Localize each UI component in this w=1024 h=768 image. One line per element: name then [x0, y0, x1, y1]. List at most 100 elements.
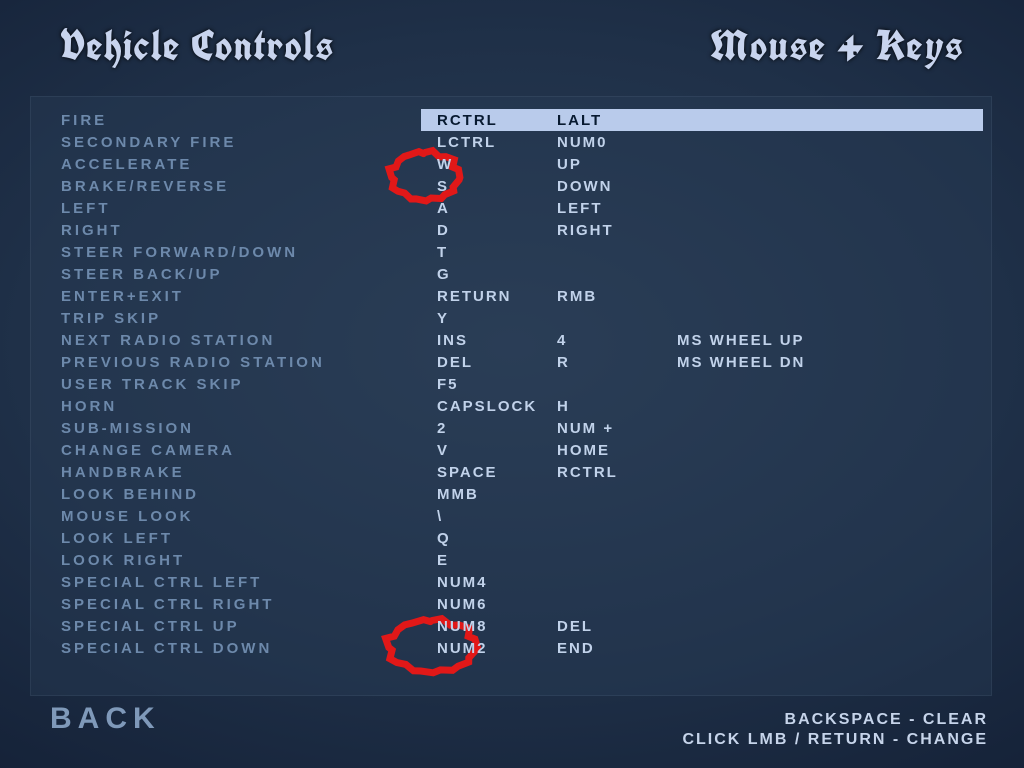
binding-label: PREVIOUS RADIO STATION: [61, 354, 325, 371]
binding-key-primary[interactable]: NUM2: [431, 640, 494, 657]
binding-key-secondary[interactable]: H: [551, 398, 576, 415]
binding-key-primary[interactable]: RETURN: [431, 288, 518, 305]
binding-label: ENTER+EXIT: [61, 288, 184, 305]
binding-row[interactable]: CHANGE CAMERA V HOME: [31, 439, 991, 461]
binding-key-secondary[interactable]: END: [551, 640, 601, 657]
binding-label: STEER FORWARD/DOWN: [61, 244, 298, 261]
binding-key-primary[interactable]: LCTRL: [431, 134, 502, 151]
binding-key-secondary[interactable]: RMB: [551, 288, 603, 305]
binding-row[interactable]: ACCELERATEWUP: [31, 153, 991, 175]
binding-label: SPECIAL CTRL RIGHT: [61, 596, 274, 613]
binding-row[interactable]: ENTER+EXIT RETURN RMB: [31, 285, 991, 307]
binding-label: LOOK LEFT: [61, 530, 173, 547]
binding-key-secondary[interactable]: NUM +: [551, 420, 620, 437]
binding-label: RIGHT: [61, 222, 123, 239]
binding-row[interactable]: HORN CAPSLOCK H: [31, 395, 991, 417]
binding-label: TRIP SKIP: [61, 310, 161, 327]
binding-key-primary[interactable]: D: [431, 222, 456, 239]
binding-label: NEXT RADIO STATION: [61, 332, 275, 349]
binding-key-primary[interactable]: RCTRL: [431, 112, 504, 129]
binding-label: MOUSE LOOK: [61, 508, 194, 525]
binding-key-secondary[interactable]: UP: [551, 156, 588, 173]
binding-row[interactable]: LOOK LEFT Q: [31, 527, 991, 549]
binding-key-secondary[interactable]: RCTRL: [551, 464, 624, 481]
binding-key-secondary[interactable]: LALT: [551, 112, 608, 129]
header: Vehicle Controls Mouse + Keys: [0, 18, 1024, 73]
binding-row[interactable]: PREVIOUS RADIO STATION DEL R MS WHEEL DN: [31, 351, 991, 373]
binding-row[interactable]: BRAKE/REVERSE S DOWN: [31, 175, 991, 197]
binding-label: SPECIAL CTRL LEFT: [61, 574, 262, 591]
binding-key-primary[interactable]: SPACE: [431, 464, 504, 481]
binding-key-primary[interactable]: \: [431, 508, 449, 525]
binding-label: FIRE: [61, 112, 107, 129]
binding-key-secondary[interactable]: R: [551, 354, 576, 371]
binding-row[interactable]: SPECIAL CTRL UP NUM8 DEL: [31, 615, 991, 637]
back-button[interactable]: BACK: [50, 702, 161, 736]
binding-label: SECONDARY FIRE: [61, 134, 236, 151]
binding-key-primary[interactable]: NUM8: [431, 618, 494, 635]
binding-row[interactable]: SECONDARY FIRE LCTRL NUM0: [31, 131, 991, 153]
binding-key-secondary[interactable]: NUM0: [551, 134, 614, 151]
binding-row[interactable]: LOOK RIGHT E: [31, 549, 991, 571]
binding-key-secondary[interactable]: DOWN: [551, 178, 619, 195]
binding-key-primary[interactable]: E: [431, 552, 455, 569]
binding-key-primary[interactable]: DEL: [431, 354, 479, 371]
binding-row[interactable]: STEER FORWARD/DOWN T: [31, 241, 991, 263]
binding-key-primary[interactable]: V: [431, 442, 455, 459]
binding-row[interactable]: HANDBRAKE SPACE RCTRL: [31, 461, 991, 483]
footer-hints: BACKSPACE - CLEAR CLICK LMB / RETURN - C…: [682, 710, 988, 750]
binding-key-secondary[interactable]: HOME: [551, 442, 616, 459]
binding-label: SUB-MISSION: [61, 420, 194, 437]
binding-key-primary[interactable]: W: [431, 156, 459, 173]
binding-key-primary[interactable]: G: [431, 266, 457, 283]
binding-row[interactable]: NEXT RADIO STATION INS 4 MS WHEEL UP: [31, 329, 991, 351]
bindings-panel: FIRERCTRLLALTSECONDARY FIRELCTRLNUM0ACCE…: [30, 96, 992, 696]
binding-label: STEER BACK/UP: [61, 266, 223, 283]
binding-row[interactable]: SUB-MISSION 2 NUM +: [31, 417, 991, 439]
binding-row[interactable]: MOUSE LOOK \: [31, 505, 991, 527]
binding-key-secondary[interactable]: LEFT: [551, 200, 609, 217]
binding-label: LEFT: [61, 200, 111, 217]
hint-clear: BACKSPACE - CLEAR: [682, 710, 988, 730]
binding-key-primary[interactable]: NUM4: [431, 574, 494, 591]
binding-key-primary[interactable]: S: [431, 178, 455, 195]
binding-row[interactable]: LOOK BEHINDMMB: [31, 483, 991, 505]
binding-label: CHANGE CAMERA: [61, 442, 235, 459]
binding-key-primary[interactable]: NUM6: [431, 596, 494, 613]
binding-key-primary[interactable]: T: [431, 244, 454, 261]
binding-key-primary[interactable]: INS: [431, 332, 474, 349]
binding-row[interactable]: FIRE RCTRL LALT: [31, 109, 991, 131]
binding-key-primary[interactable]: MMB: [431, 486, 485, 503]
binding-key-secondary[interactable]: RIGHT: [551, 222, 620, 239]
binding-label: BRAKE/REVERSE: [61, 178, 229, 195]
binding-label: SPECIAL CTRL DOWN: [61, 640, 272, 657]
controls-screen: { "header": { "title_left": "Vehicle Con…: [0, 0, 1024, 768]
control-scheme-label[interactable]: Mouse + Keys: [710, 18, 964, 73]
binding-key-secondary[interactable]: DEL: [551, 618, 599, 635]
binding-key-secondary[interactable]: 4: [551, 332, 573, 349]
binding-key-tertiary[interactable]: MS WHEEL DN: [671, 354, 811, 371]
binding-row[interactable]: LEFT A LEFT: [31, 197, 991, 219]
binding-key-primary[interactable]: Y: [431, 310, 455, 327]
binding-key-primary[interactable]: 2: [431, 420, 453, 437]
binding-label: SPECIAL CTRL UP: [61, 618, 240, 635]
page-title: Vehicle Controls: [60, 18, 334, 73]
binding-label: HANDBRAKE: [61, 464, 185, 481]
binding-row[interactable]: SPECIAL CTRL LEFT NUM4: [31, 571, 991, 593]
binding-key-primary[interactable]: F5: [431, 376, 465, 393]
binding-row[interactable]: STEER BACK/UP G: [31, 263, 991, 285]
binding-row[interactable]: TRIP SKIP Y: [31, 307, 991, 329]
binding-key-tertiary[interactable]: MS WHEEL UP: [671, 332, 811, 349]
binding-key-primary[interactable]: A: [431, 200, 456, 217]
binding-row[interactable]: SPECIAL CTRL RIGHT NUM6: [31, 593, 991, 615]
binding-row[interactable]: USER TRACK SKIP F5: [31, 373, 991, 395]
binding-key-primary[interactable]: CAPSLOCK: [431, 398, 543, 415]
binding-row[interactable]: SPECIAL CTRL DOWN NUM2 END: [31, 637, 991, 659]
binding-row[interactable]: RIGHT D RIGHT: [31, 219, 991, 241]
binding-label: LOOK RIGHT: [61, 552, 185, 569]
binding-label: HORN: [61, 398, 117, 415]
row-selection-highlight: [421, 109, 983, 131]
binding-label: USER TRACK SKIP: [61, 376, 244, 393]
hint-change: CLICK LMB / RETURN - CHANGE: [682, 730, 988, 750]
binding-key-primary[interactable]: Q: [431, 530, 457, 547]
